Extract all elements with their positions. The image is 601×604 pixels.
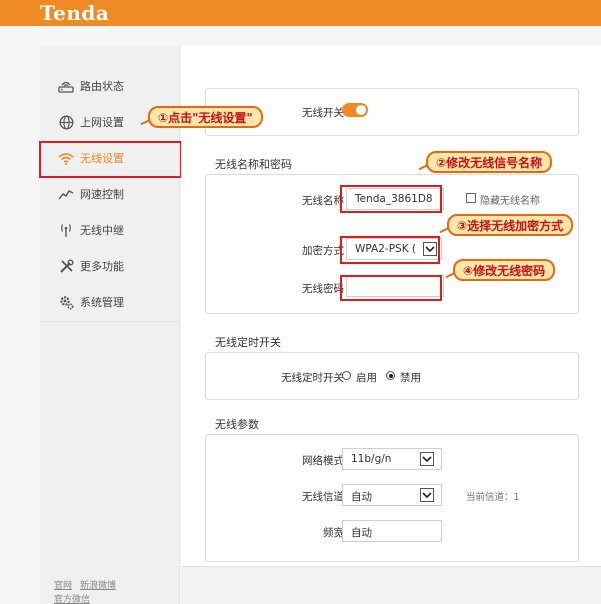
- footer-link-weibo[interactable]: 新浪微博: [80, 578, 116, 591]
- params-card: 网络模式 11b/g/n 无线信道 自动 当前信道：1 频宽 自动: [205, 434, 579, 562]
- annotation-step1: ①点击"无线设置": [148, 106, 263, 128]
- sidebar-item-repeater[interactable]: 无线中继: [40, 212, 180, 248]
- sidebar-divider: [40, 321, 180, 322]
- sidebar-item-speed-control[interactable]: 网速控制: [40, 176, 180, 212]
- router-status-icon: [58, 78, 74, 94]
- footer-link-official-site[interactable]: 官网: [54, 578, 72, 591]
- channel-label: 无线信道: [302, 491, 344, 503]
- wifi-switch-toggle[interactable]: [342, 103, 368, 117]
- sidebar: 路由状态 上网设置 无线设置 网速控制 无线中继 更多功能 系统管理 官网 新浪…: [40, 46, 180, 604]
- schedule-enable-label: 启用: [356, 372, 377, 384]
- schedule-disable-label: 禁用: [400, 372, 421, 384]
- network-mode-label: 网络模式: [302, 455, 344, 467]
- antenna-icon: [58, 222, 74, 238]
- ssid-section-title: 无线名称和密码: [215, 158, 292, 171]
- annotation-step4: ④修改无线密码: [453, 259, 556, 281]
- highlight-password: [340, 275, 442, 301]
- highlight-wireless-settings: [39, 141, 182, 178]
- sidebar-item-label: 上网设置: [80, 116, 124, 129]
- schedule-disable-radio[interactable]: [386, 371, 395, 380]
- sidebar-item-label: 路由状态: [80, 80, 124, 93]
- sidebar-item-router-status[interactable]: 路由状态: [40, 68, 180, 104]
- bandwidth-select[interactable]: 自动: [342, 520, 442, 542]
- current-channel-text: 当前信道：1: [466, 492, 520, 503]
- sidebar-item-system[interactable]: 系统管理: [40, 284, 180, 320]
- schedule-card: 无线定时开关 启用 禁用: [205, 352, 579, 400]
- network-mode-value: 11b/g/n: [351, 453, 392, 465]
- params-section-title: 无线参数: [215, 418, 259, 431]
- bandwidth-value: 自动: [351, 527, 372, 539]
- gear-icon: [58, 294, 74, 310]
- sidebar-item-label: 网速控制: [80, 188, 124, 201]
- toggle-knob: [356, 105, 366, 115]
- annotation-step2: ②修改无线信号名称: [426, 151, 553, 173]
- sidebar-item-label: 无线中继: [80, 224, 124, 237]
- chevron-down-icon[interactable]: [420, 452, 434, 466]
- schedule-section-title: 无线定时开关: [215, 336, 281, 349]
- bandwidth-label: 频宽: [323, 527, 344, 539]
- top-bar: Tenda: [0, 0, 601, 26]
- tools-icon: [58, 258, 74, 274]
- ssid-name-label: 无线名称: [302, 195, 344, 207]
- highlight-ssid-name: [340, 185, 442, 213]
- schedule-label: 无线定时开关: [281, 372, 344, 384]
- annotation-step3: ③选择无线加密方式: [447, 214, 574, 236]
- globe-icon: [58, 114, 74, 130]
- channel-value: 自动: [351, 491, 372, 503]
- bottom-bar: [181, 566, 601, 604]
- highlight-encryption: [340, 236, 440, 264]
- sidebar-item-label: 系统管理: [80, 296, 124, 309]
- sidebar-item-label: 更多功能: [80, 260, 124, 273]
- encryption-label: 加密方式: [302, 245, 344, 257]
- hide-ssid-label: 隐藏无线名称: [480, 196, 540, 207]
- chevron-down-icon[interactable]: [420, 488, 434, 502]
- hide-ssid-checkbox[interactable]: [466, 193, 476, 203]
- footer-link-wechat[interactable]: 官方微信: [54, 592, 90, 604]
- sidebar-item-more-features[interactable]: 更多功能: [40, 248, 180, 284]
- tenda-logo[interactable]: Tenda: [40, 1, 109, 25]
- password-label: 无线密码: [302, 283, 344, 295]
- schedule-enable-radio[interactable]: [342, 371, 351, 380]
- speed-chart-icon: [58, 186, 74, 202]
